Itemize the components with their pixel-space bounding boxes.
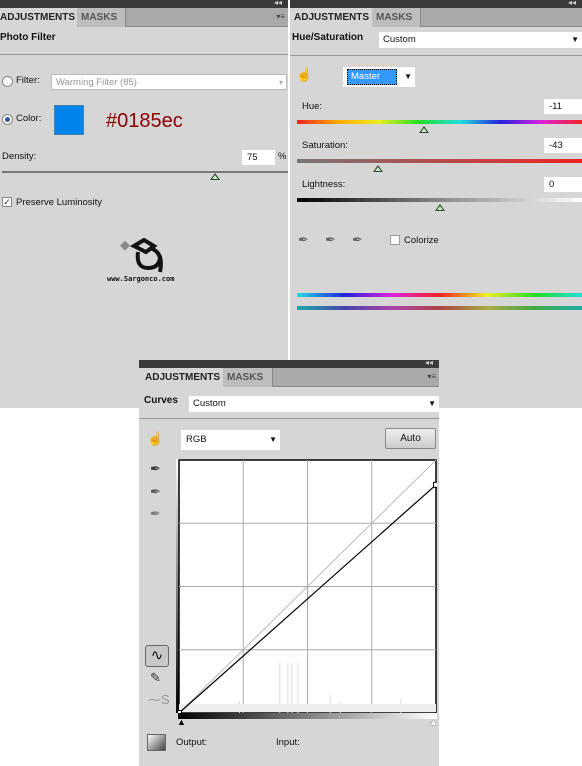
smooth-curve-icon[interactable]: ⁓S: [148, 693, 170, 706]
eyedropper-icon[interactable]: ✒: [298, 233, 309, 246]
pencil-draw-icon[interactable]: ✎: [150, 671, 161, 684]
channel-dropdown[interactable]: Master ▼: [343, 67, 415, 87]
panel-title: Curves: [144, 395, 178, 406]
input-label: Input:: [276, 737, 300, 748]
panel-topbar: ◂◂: [139, 358, 439, 368]
preset-dropdown[interactable]: Custom ▼: [379, 32, 582, 48]
panel-menu-icon[interactable]: ▾≡: [276, 12, 285, 21]
curve-graph[interactable]: [178, 459, 437, 714]
gray-point-eyedropper-icon[interactable]: ✒: [150, 485, 161, 498]
chevron-down-icon: ▾: [278, 78, 283, 87]
panel-topbar: ◂◂: [290, 0, 582, 8]
saturation-slider-track[interactable]: [297, 159, 582, 163]
auto-button[interactable]: Auto: [385, 428, 436, 449]
chevron-down-icon: ▼: [428, 399, 436, 408]
colorize-checkbox[interactable]: [390, 235, 400, 245]
lightness-slider-thumb[interactable]: [435, 204, 445, 211]
watermark-text: www.Sargonco.com: [107, 275, 175, 283]
source-color-bar: [297, 293, 582, 297]
tab-masks[interactable]: MASKS: [372, 8, 421, 27]
panel-topbar: ◂◂: [0, 0, 288, 8]
color-swatch[interactable]: [54, 105, 84, 135]
collapse-icon[interactable]: ◂◂: [425, 358, 433, 367]
curve-control-point: [433, 481, 437, 488]
histogram-base: [179, 704, 436, 712]
tab-masks[interactable]: MASKS: [223, 368, 273, 387]
filter-value: Warming Filter (85): [56, 77, 137, 88]
result-color-bar: [297, 306, 582, 310]
white-point-eyedropper-icon[interactable]: ✒: [150, 507, 161, 520]
divider: [0, 54, 288, 55]
preset-value: Custom: [193, 398, 226, 409]
density-label: Density:: [2, 151, 37, 162]
panel-title: Hue/Saturation: [292, 32, 364, 43]
lightness-input[interactable]: 0: [544, 177, 582, 192]
filter-radio[interactable]: [2, 76, 13, 87]
white-point-slider[interactable]: ▲: [429, 717, 438, 727]
preset-dropdown[interactable]: Custom ▼: [189, 396, 439, 412]
clipping-warning-icon[interactable]: [147, 734, 166, 751]
chevron-down-icon: ▼: [269, 435, 277, 444]
eyedropper-plus-icon[interactable]: ✒: [325, 233, 336, 246]
chevron-down-icon: ▼: [404, 72, 412, 81]
divider: [139, 418, 439, 419]
preset-value: Custom: [383, 34, 416, 45]
tab-bar: ADJUSTMENTS MASKS: [290, 8, 582, 27]
black-point-slider[interactable]: ▲: [177, 717, 186, 727]
saturation-slider-thumb[interactable]: [373, 165, 383, 172]
tab-adjustments[interactable]: ADJUSTMENTS: [139, 368, 223, 387]
eyedropper-minus-icon[interactable]: ✒: [352, 233, 363, 246]
targeted-adjustment-hand-icon[interactable]: ☝: [147, 432, 163, 445]
tab-adjustments[interactable]: ADJUSTMENTS: [0, 8, 77, 27]
lightness-slider-track[interactable]: [297, 198, 582, 202]
chevron-down-icon: ▼: [571, 35, 579, 44]
filter-dropdown[interactable]: Warming Filter (85) ▾: [51, 74, 287, 90]
density-unit: %: [278, 151, 287, 162]
black-point-eyedropper-icon[interactable]: ✒: [150, 462, 161, 475]
filter-label: Filter:: [16, 75, 40, 86]
divider: [290, 55, 582, 56]
panel-menu-icon[interactable]: ▾≡: [427, 372, 436, 381]
color-radio[interactable]: [2, 114, 13, 125]
panel-title: Photo Filter: [0, 32, 56, 43]
hue-label: Hue:: [302, 101, 323, 112]
hue-slider-thumb[interactable]: [419, 126, 429, 133]
tab-bar: ADJUSTMENTS MASKS ▾≡: [0, 8, 288, 27]
lightness-label: Lightness:: [302, 179, 346, 190]
hue-slider-track[interactable]: [297, 120, 582, 124]
sargonco-logo: [120, 238, 163, 273]
curves-panel: ◂◂ ADJUSTMENTS MASKS ▾≡ Curves Custom ▼ ☝…: [139, 358, 439, 766]
density-slider-track[interactable]: [2, 171, 288, 173]
channel-value: RGB: [186, 434, 207, 445]
hue-input[interactable]: -11: [544, 99, 582, 114]
targeted-adjustment-hand-icon[interactable]: ☝: [296, 68, 312, 81]
density-input[interactable]: 75: [242, 150, 275, 165]
channel-value: Master: [347, 69, 397, 85]
tab-adjustments[interactable]: ADJUSTMENTS: [290, 8, 372, 27]
tab-masks[interactable]: MASKS: [77, 8, 126, 27]
saturation-label: Saturation:: [302, 140, 348, 151]
density-slider-thumb[interactable]: [210, 173, 220, 180]
photo-filter-panel: ◂◂ ADJUSTMENTS MASKS ▾≡ Photo Filter Fil…: [0, 0, 288, 408]
hue-saturation-panel: ◂◂ ADJUSTMENTS MASKS Hue/Saturation Cust…: [290, 0, 582, 408]
collapse-icon[interactable]: ◂◂: [274, 0, 282, 7]
input-gradient-bar: [178, 713, 437, 719]
color-hex-annotation: #0185ec: [106, 110, 183, 132]
preserve-luminosity-label: Preserve Luminosity: [16, 197, 103, 208]
colorize-label: Colorize: [404, 235, 439, 246]
tab-bar: ADJUSTMENTS MASKS ▾≡: [139, 368, 439, 387]
edit-points-curve-button[interactable]: ∿: [145, 645, 169, 667]
output-label: Output:: [176, 737, 208, 748]
curve-icon: ∿: [150, 647, 164, 664]
channel-dropdown[interactable]: RGB ▼: [181, 430, 280, 450]
saturation-input[interactable]: -43: [544, 138, 582, 153]
preserve-luminosity-checkbox[interactable]: ✓: [2, 197, 12, 207]
color-label: Color:: [16, 113, 42, 124]
collapse-icon[interactable]: ◂◂: [568, 0, 576, 7]
